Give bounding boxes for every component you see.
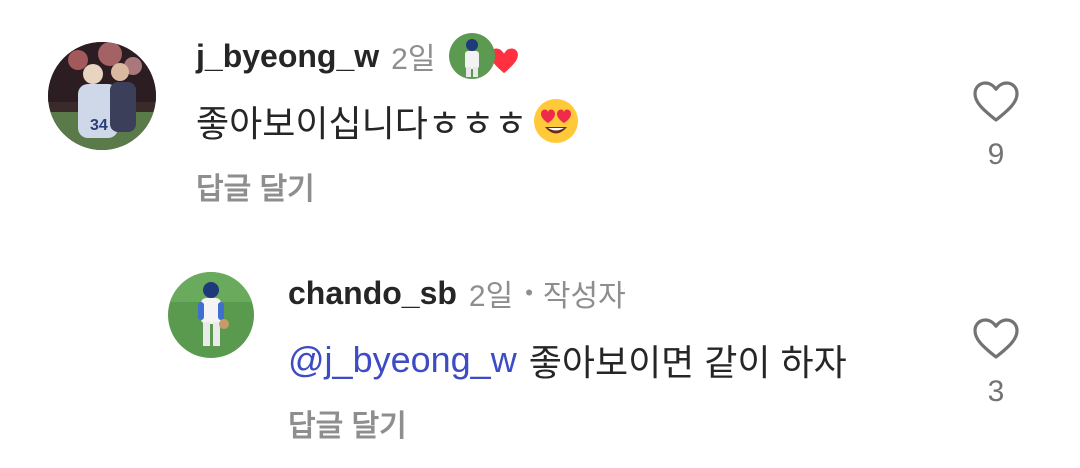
heart-eyes-emoji-icon: [533, 98, 579, 144]
comment-text: 좋아보이십니다ㅎㅎㅎ: [196, 103, 528, 144]
like-count: 9: [987, 138, 1005, 171]
mention-link[interactable]: @j_byeong_w: [288, 339, 517, 381]
author-badge: 작성자: [542, 280, 626, 313]
reply-button[interactable]: 답글 달기: [196, 164, 315, 208]
comment-time: 2일: [391, 43, 436, 76]
reply-button[interactable]: 답글 달기: [288, 401, 407, 445]
svg-text:34: 34: [90, 117, 108, 134]
separator-dot: •: [525, 280, 533, 305]
like-heart-icon[interactable]: [972, 80, 1020, 124]
like-heart-icon[interactable]: [972, 317, 1020, 361]
user-avatar[interactable]: 34: [48, 42, 156, 150]
comment-item: 34 j_byeong_w 2일 좋아보이십니다ㅎㅎㅎ 답글 달기 9: [0, 0, 1080, 230]
comment-username[interactable]: j_byeong_w: [196, 38, 379, 75]
comment-time: 2일: [468, 280, 514, 313]
reply-comment-item: chando_sb 2일 • 작성자 @j_byeong_w 좋아보이면 같이 …: [0, 255, 1080, 468]
comment-username[interactable]: chando_sb: [288, 275, 457, 312]
like-count: 3: [987, 375, 1005, 408]
comment-text: 좋아보이면 같이 하자: [528, 342, 847, 383]
user-avatar[interactable]: [168, 272, 254, 358]
